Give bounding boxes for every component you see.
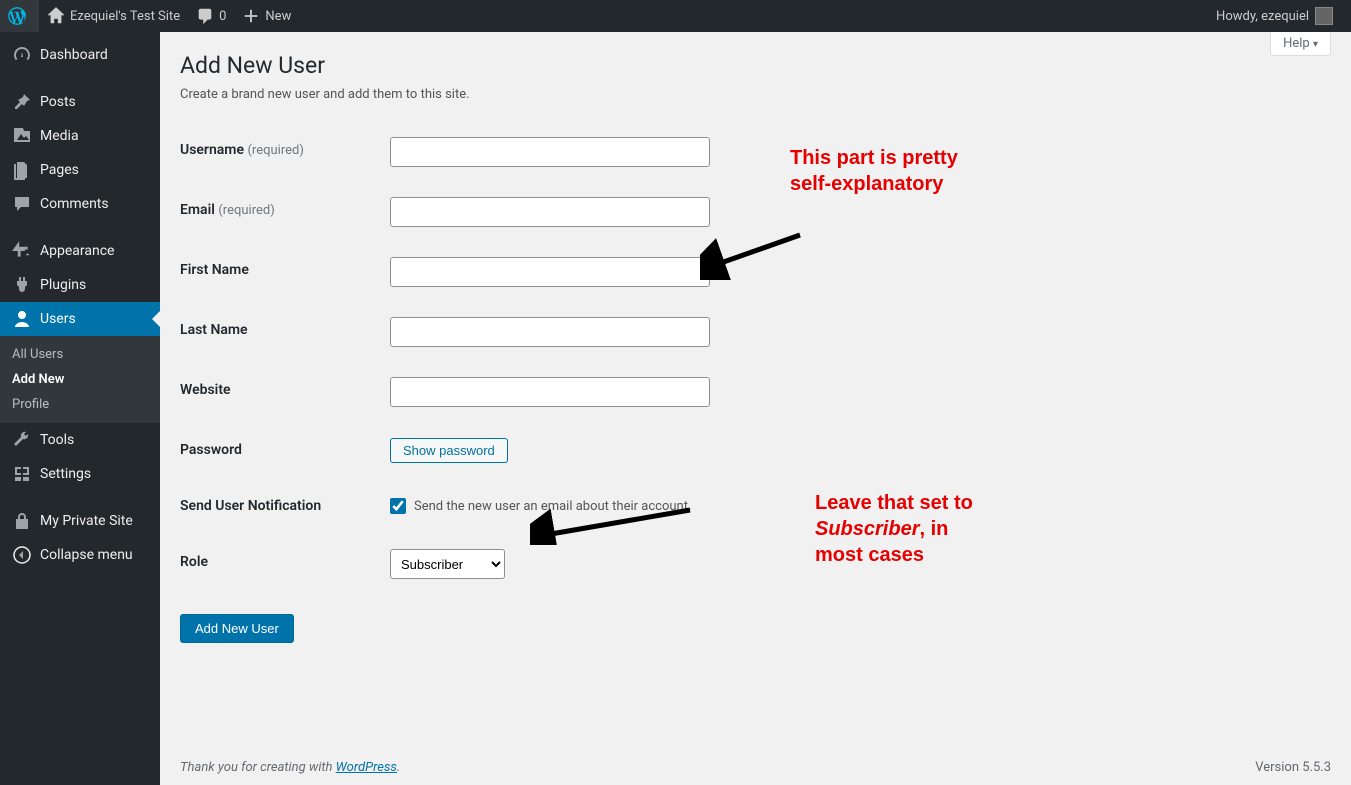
wp-logo-menu[interactable] [0,0,39,32]
sidebar-item-label: Posts [40,94,76,110]
password-label: Password [180,442,242,458]
my-account-link[interactable]: Howdy, ezequiel [1208,0,1341,32]
users-icon [12,309,32,329]
username-required: (required) [247,143,303,158]
howdy-label: Howdy, ezequiel [1216,9,1309,24]
username-input[interactable] [390,137,710,167]
site-name-link[interactable]: Ezequiel's Test Site [39,0,188,32]
avatar [1315,7,1333,25]
submenu-add-new: Add New [0,367,160,392]
pin-icon [12,92,32,112]
show-password-button[interactable]: Show password [390,438,508,463]
lock-icon [12,511,32,531]
sidebar-item-label: Dashboard [40,47,108,63]
page-description: Create a brand new user and add them to … [180,87,1331,102]
site-name-label: Ezequiel's Test Site [70,9,180,24]
sidebar-item-users: Users [0,302,160,336]
media-icon [12,126,32,146]
main-content: Add New User Create a brand new user and… [160,32,1351,785]
sidebar-item-label: Pages [40,162,79,178]
sidebar-item-tools: Tools [0,423,160,457]
website-input[interactable] [390,377,710,407]
notification-checkbox[interactable] [390,498,406,514]
tools-icon [12,430,32,450]
sidebar-item-appearance: Appearance [0,234,160,268]
submenu-profile: Profile [0,392,160,417]
sidebar-item-settings: Settings [0,457,160,491]
sidebar-item-collapse: Collapse menu [0,538,160,572]
sidebar-item-media: Media [0,119,160,153]
new-user-form: Username (required) Email (required) Fir… [180,122,1331,594]
sidebar-item-label: Collapse menu [40,547,133,563]
new-content-link[interactable]: New [234,0,299,32]
admin-sidebar: Dashboard Posts Media Pages Comments App… [0,32,160,785]
sidebar-item-label: My Private Site [40,513,133,529]
role-select[interactable]: Subscriber [390,549,505,579]
new-content-label: New [265,9,291,24]
comments-link[interactable]: 0 [188,0,234,32]
lastname-input[interactable] [390,317,710,347]
firstname-label: First Name [180,262,249,278]
website-label: Website [180,382,231,398]
footer-thank-you: Thank you for creating with WordPress. [180,760,400,775]
sidebar-item-comments: Comments [0,187,160,221]
sidebar-item-label: Plugins [40,277,86,293]
collapse-icon [12,545,32,565]
notification-text: Send the new user an email about their a… [414,499,691,514]
appearance-icon [12,241,32,261]
comments-count: 0 [219,9,226,24]
email-label: Email [180,202,215,218]
submenu-all-users: All Users [0,342,160,367]
role-label: Role [180,554,208,570]
admin-footer: Thank you for creating with WordPress. V… [180,760,1331,775]
sidebar-item-label: Tools [40,432,74,448]
notification-label: Send User Notification [180,498,321,514]
sidebar-item-dashboard: Dashboard [0,38,160,72]
wordpress-link[interactable]: WordPress [336,760,397,775]
sidebar-item-posts: Posts [0,85,160,119]
page-title: Add New User [180,52,1331,79]
home-icon [47,7,65,25]
firstname-input[interactable] [390,257,710,287]
lastname-label: Last Name [180,322,248,338]
comments-icon [196,7,214,25]
dashboard-icon [12,45,32,65]
pages-icon [12,160,32,180]
sidebar-item-my-private-site: My Private Site [0,504,160,538]
add-new-user-button[interactable]: Add New User [180,614,294,643]
help-tab[interactable]: Help [1270,32,1331,56]
users-submenu: All Users Add New Profile [0,336,160,423]
sidebar-item-label: Media [40,128,79,144]
wordpress-logo-icon [8,7,26,25]
sidebar-item-plugins: Plugins [0,268,160,302]
version-label: Version 5.5.3 [1255,760,1331,775]
sidebar-item-label: Users [40,311,76,327]
username-label: Username [180,142,244,158]
comments-menu-icon [12,194,32,214]
sidebar-item-label: Comments [40,196,109,212]
sidebar-item-label: Settings [40,466,91,482]
admin-toolbar: Ezequiel's Test Site 0 New Howdy, ezequi… [0,0,1351,32]
email-input[interactable] [390,197,710,227]
sidebar-item-label: Appearance [40,243,114,259]
email-required: (required) [218,203,274,218]
sidebar-item-pages: Pages [0,153,160,187]
plus-icon [242,7,260,25]
plugins-icon [12,275,32,295]
settings-icon [12,464,32,484]
